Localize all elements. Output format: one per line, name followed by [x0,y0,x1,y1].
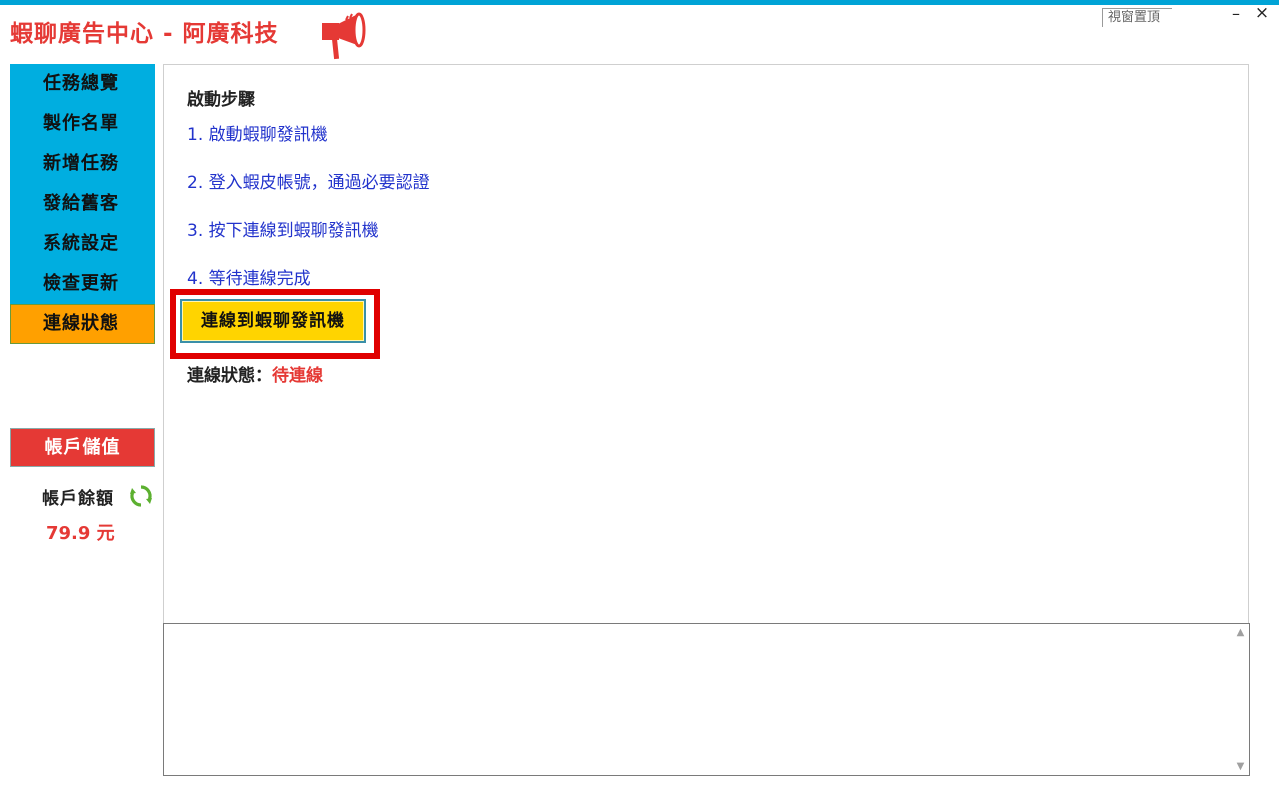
sidebar-item-add-task[interactable]: 新增任務 [10,144,155,184]
log-scrollbar[interactable]: ▲ ▼ [1232,624,1249,775]
minimize-button[interactable]: – [1228,4,1244,24]
pin-window-button[interactable]: 視窗置頂 [1102,8,1172,27]
connection-status-line: 連線狀態：待連線 [187,361,323,386]
log-textarea[interactable]: ▲ ▼ [163,623,1250,776]
connection-panel: 啟動步驟 1. 啟動蝦聊發訊機 2. 登入蝦皮帳號，通過必要認證 3. 按下連線… [163,64,1249,624]
sidebar-item-check-update[interactable]: 檢查更新 [10,264,155,304]
step-item: 4. 等待連線完成 [187,269,311,289]
megaphone-icon [322,12,366,60]
connect-button[interactable]: 連線到蝦聊發訊機 [180,299,366,343]
sidebar-nav: 任務總覽 製作名單 新增任務 發給舊客 系統設定 檢查更新 連線狀態 [10,64,155,344]
step-item: 1. 啟動蝦聊發訊機 [187,125,328,145]
scroll-down-icon[interactable]: ▼ [1232,758,1249,775]
sidebar-item-make-list[interactable]: 製作名單 [10,104,155,144]
sidebar-item-task-overview[interactable]: 任務總覽 [10,64,155,104]
top-accent-bar [0,0,1279,5]
step-item: 3. 按下連線到蝦聊發訊機 [187,221,379,241]
balance-label: 帳戶餘額 [42,489,114,509]
status-label: 連線狀態： [187,366,272,386]
refresh-icon[interactable] [128,483,154,509]
app-window: 蝦聊廣告中心 - 阿廣科技 視窗置頂 – × 任務總覽 製作名單 新增任務 發給… [0,0,1279,799]
sidebar-item-system-settings[interactable]: 系統設定 [10,224,155,264]
close-button[interactable]: × [1252,3,1272,25]
status-value: 待連線 [272,366,323,386]
scroll-up-icon[interactable]: ▲ [1232,624,1249,641]
balance-value: 79.9 元 [46,523,115,544]
app-title: 蝦聊廣告中心 - 阿廣科技 [10,21,279,47]
steps-title: 啟動步驟 [187,90,255,110]
topup-button[interactable]: 帳戶儲值 [10,428,155,467]
sidebar-item-send-old-customers[interactable]: 發給舊客 [10,184,155,224]
sidebar-item-connection-status[interactable]: 連線狀態 [10,304,155,344]
step-item: 2. 登入蝦皮帳號，通過必要認證 [187,173,430,193]
